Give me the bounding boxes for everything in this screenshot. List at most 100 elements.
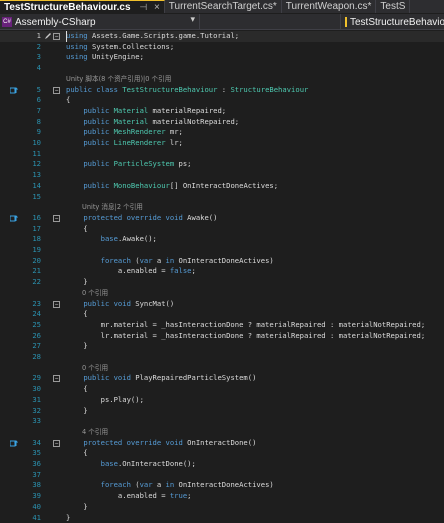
code-token: SyncMat() xyxy=(135,299,174,308)
code-line: 25 mr.material = _hasInteractionDone ? m… xyxy=(0,320,444,331)
document-tabs: TestStructureBehaviour.cs ⊣ × TurrentSea… xyxy=(0,0,444,13)
codelens-text[interactable]: 0 个引用 xyxy=(82,363,108,374)
code-token: } xyxy=(66,513,70,522)
codelens-note[interactable]: Unity 脚本(8 个资产引用)|0 个引用 xyxy=(0,74,444,85)
code-token xyxy=(66,373,83,382)
code-text: } xyxy=(66,277,88,288)
keyword-token: in xyxy=(166,480,175,489)
codelens-text[interactable]: Unity 消息|2 个引用 xyxy=(82,202,143,213)
tab-teststructurebehaviour[interactable]: TestStructureBehaviour.cs ⊣ × xyxy=(0,0,165,13)
code-token xyxy=(66,127,83,136)
fold-toggle-icon[interactable]: − xyxy=(53,33,60,40)
tab-label: TestS xyxy=(380,1,405,12)
code-text: protected override void OnInteractDone() xyxy=(66,438,256,449)
fold-toggle-icon[interactable]: − xyxy=(53,375,60,382)
code-text: lr.material = _hasInteractionDone ? mate… xyxy=(66,331,425,342)
code-line: 36 base.OnInteractDone(); xyxy=(0,459,444,470)
code-text: { xyxy=(66,384,88,395)
fold-toggle-icon[interactable]: − xyxy=(53,87,60,94)
member-label: TestStructureBehaviour xyxy=(350,17,444,28)
override-up-arrow-icon[interactable] xyxy=(10,215,18,222)
codelens-note[interactable]: Unity 消息|2 个引用 xyxy=(0,202,444,213)
code-token: a.enabled = xyxy=(66,491,170,500)
code-token: ps.Play(); xyxy=(66,395,144,404)
keyword-token: foreach xyxy=(101,480,131,489)
code-text: public MeshRenderer mr; xyxy=(66,127,183,138)
line-number: 3 xyxy=(18,52,41,63)
line-number: 37 xyxy=(18,470,41,481)
keyword-token: public xyxy=(83,138,113,147)
fold-toggle-icon[interactable]: − xyxy=(53,301,60,308)
code-token: Awake() xyxy=(187,213,217,222)
code-line: 18 base.Awake(); xyxy=(0,234,444,245)
chevron-down-icon: ▾ xyxy=(190,14,195,25)
keyword-token: base xyxy=(101,459,118,468)
codelens-note[interactable]: 0 个引用 xyxy=(0,363,444,374)
code-token: { xyxy=(66,309,88,318)
override-up-arrow-icon[interactable] xyxy=(10,440,18,447)
code-text: using Assets.Game.Scripts.game.Tutorial; xyxy=(66,31,239,42)
codelens-note[interactable]: 4 个引用 xyxy=(0,427,444,438)
code-line: 29− public void PlayRepairedParticleSyst… xyxy=(0,373,444,384)
code-line: 39 a.enabled = true; xyxy=(0,491,444,502)
tab-turrentsearchtarget[interactable]: TurrentSearchTarget.cs* xyxy=(165,0,282,13)
code-token: ( xyxy=(131,256,140,265)
codelens-text[interactable]: 4 个引用 xyxy=(82,427,108,438)
code-text: base.OnInteractDone(); xyxy=(66,459,196,470)
code-token xyxy=(66,159,83,168)
code-token: { xyxy=(66,448,88,457)
keyword-token: using xyxy=(66,52,88,61)
code-token xyxy=(66,234,101,243)
type-token: Material xyxy=(114,117,149,126)
codelens-text[interactable]: 0 个引用 xyxy=(82,288,108,299)
csharp-project-icon: C# xyxy=(2,17,12,27)
line-number: 21 xyxy=(18,266,41,277)
code-token: a.enabled = xyxy=(66,266,170,275)
line-number: 23 xyxy=(18,299,41,310)
code-token xyxy=(66,459,101,468)
line-number: 34 xyxy=(18,438,41,449)
line-number: 12 xyxy=(18,159,41,170)
line-number: 19 xyxy=(18,245,41,256)
codelens-text[interactable]: Unity 脚本(8 个资产引用)|0 个引用 xyxy=(66,74,171,85)
line-number: 18 xyxy=(18,234,41,245)
code-editor[interactable]: 1−using Assets.Game.Scripts.game.Tutoria… xyxy=(0,31,444,509)
project-dropdown[interactable]: C# Assembly-CSharp ▾ xyxy=(0,14,200,30)
keyword-token: public void xyxy=(83,299,135,308)
code-token: : xyxy=(217,85,230,94)
type-token: LineRenderer xyxy=(114,138,166,147)
code-token: lr; xyxy=(166,138,183,147)
fold-toggle-icon[interactable]: − xyxy=(53,440,60,447)
line-number: 13 xyxy=(18,170,41,181)
pin-icon[interactable]: ⊣ xyxy=(139,2,147,12)
fold-toggle-icon[interactable]: − xyxy=(53,215,60,222)
codelens-note[interactable]: 0 个引用 xyxy=(0,288,444,299)
code-line: 14 public MonoBehaviour[] OnInteractDone… xyxy=(0,181,444,192)
type-token: ParticleSystem xyxy=(114,159,175,168)
code-text: base.Awake(); xyxy=(66,234,157,245)
tab-label: TestStructureBehaviour.cs xyxy=(4,2,131,13)
code-text: public LineRenderer lr; xyxy=(66,138,183,149)
code-token: UnityEngine; xyxy=(88,52,144,61)
code-token: { xyxy=(66,384,88,393)
code-token: materialNotRepaired; xyxy=(148,117,239,126)
line-number: 11 xyxy=(18,149,41,160)
code-line: 38 foreach (var a in OnInteractDoneActiv… xyxy=(0,480,444,491)
close-tab-icon[interactable]: × xyxy=(154,2,160,13)
keyword-token: base xyxy=(101,234,118,243)
line-number: 36 xyxy=(18,459,41,470)
code-token: materialRepaired; xyxy=(148,106,226,115)
keyword-token: public xyxy=(83,127,113,136)
code-text: { xyxy=(66,224,88,235)
tab-turrentweapon[interactable]: TurrentWeapon.cs* xyxy=(282,0,377,13)
tab-tests[interactable]: TestS xyxy=(376,0,410,13)
code-line: 34 − protected override void OnInteractDo… xyxy=(0,438,444,449)
code-token: } xyxy=(66,502,88,511)
code-token: { xyxy=(66,224,88,233)
code-line: 10 public LineRenderer lr; xyxy=(0,138,444,149)
override-up-arrow-icon[interactable] xyxy=(10,87,18,94)
keyword-token: protected override void xyxy=(83,213,187,222)
code-token xyxy=(66,117,83,126)
line-number: 8 xyxy=(18,117,41,128)
member-dropdown[interactable]: TestStructureBehaviour xyxy=(340,14,444,30)
